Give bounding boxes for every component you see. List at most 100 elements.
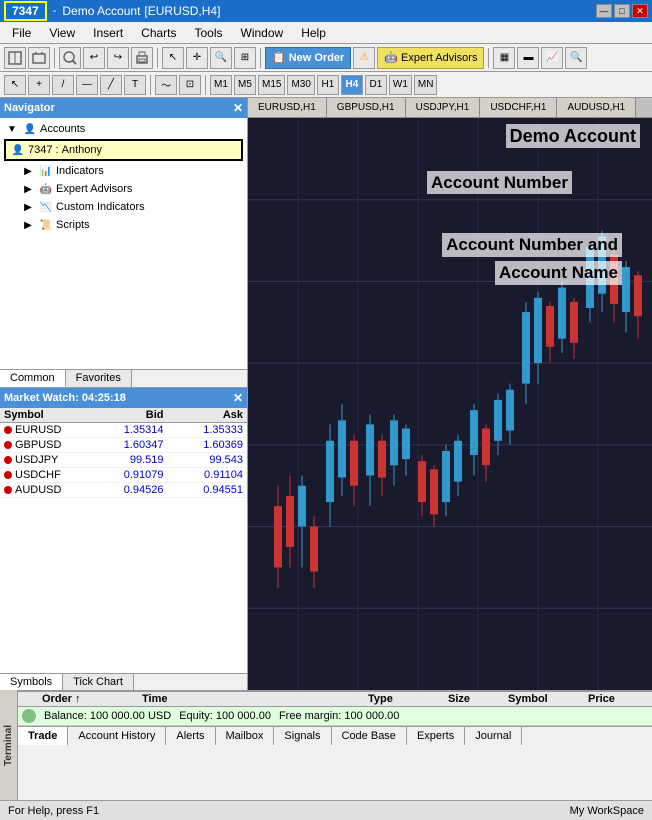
menu-tools[interactable]: Tools [187, 24, 231, 42]
account-number-titlebar: 7347 [4, 1, 47, 21]
terminal-col-order: Order ↑ [42, 693, 142, 705]
toolbar-chart-type-3[interactable]: 📈 [541, 47, 563, 69]
mw-tab-symbols[interactable]: Symbols [0, 674, 63, 690]
tf-m15[interactable]: M15 [258, 75, 285, 95]
toolbar-btn-2[interactable] [28, 47, 50, 69]
draw-line[interactable]: / [52, 75, 74, 95]
mw-gbpusd-symbol: GBPUSD [4, 439, 84, 451]
tf-m1[interactable]: M1 [210, 75, 232, 95]
toolbar-btn-4[interactable]: ↩ [83, 47, 105, 69]
mw-audusd-bid: 0.94526 [84, 484, 164, 496]
market-watch-row[interactable]: EURUSD 1.35314 1.35333 [0, 423, 247, 438]
draw-period[interactable]: ⊡ [179, 75, 201, 95]
market-watch-row[interactable]: USDJPY 99.519 99.543 [0, 453, 247, 468]
menu-view[interactable]: View [41, 24, 83, 42]
terminal-tab-trade[interactable]: Trade [18, 727, 68, 745]
draw-plus[interactable]: + [28, 75, 50, 95]
new-order-button[interactable]: 📋 New Order [265, 47, 351, 69]
terminal-tab-alerts[interactable]: Alerts [166, 727, 215, 745]
minimize-button[interactable]: — [596, 4, 612, 18]
account-icon: 👤 [10, 142, 26, 158]
account-number-tree: 7347 [28, 144, 52, 156]
close-button[interactable]: ✕ [632, 4, 648, 18]
market-watch-close[interactable]: ✕ [233, 391, 243, 405]
tree-scripts[interactable]: ▶ 📜 Scripts [2, 216, 245, 234]
terminal-tab-mailbox[interactable]: Mailbox [216, 727, 275, 745]
tf-mn[interactable]: MN [414, 75, 438, 95]
chart-tab-usdjpy[interactable]: USDJPY,H1 [406, 98, 481, 117]
tree-root[interactable]: ▼ 👤 Accounts [2, 120, 245, 138]
draw-cursor[interactable]: ↖ [4, 75, 26, 95]
expert-advisors-button[interactable]: 🤖 Expert Advisors [377, 47, 484, 69]
tree-custom-indicators[interactable]: ▶ 📉 Custom Indicators [2, 198, 245, 216]
market-watch-time: 04:25:18 [82, 392, 126, 404]
menu-window[interactable]: Window [233, 24, 292, 42]
menu-file[interactable]: File [4, 24, 39, 42]
free-margin-text: Free margin: 100 000.00 [279, 710, 399, 722]
tf-m5[interactable]: M5 [234, 75, 256, 95]
draw-fib[interactable]: 〜 [155, 75, 177, 95]
toolbar-sep-3 [260, 48, 261, 68]
tf-h1[interactable]: H1 [317, 75, 339, 95]
expand-ea-icon: ▶ [20, 181, 36, 197]
tree-indicators[interactable]: ▶ 📊 Indicators [2, 162, 245, 180]
toolbar-btn-1[interactable] [4, 47, 26, 69]
chart-area[interactable]: Demo Account Account Number Account Numb… [248, 118, 652, 690]
title-separator: - [53, 5, 57, 17]
tree-expert-advisors[interactable]: ▶ 🤖 Expert Advisors [2, 180, 245, 198]
toolbar-chart-type-1[interactable]: ▦ [493, 47, 515, 69]
main-content: Navigator ✕ ▼ 👤 Accounts 👤 7347 : Anthon… [0, 98, 652, 690]
draw-dash[interactable]: — [76, 75, 98, 95]
account-entry[interactable]: 👤 7347 : Anthony [4, 139, 243, 161]
toolbar-print[interactable] [131, 47, 153, 69]
market-watch-table: Symbol Bid Ask EURUSD 1.35314 1.35333 GB… [0, 408, 247, 673]
terminal-tab-codebase[interactable]: Code Base [332, 727, 407, 745]
terminal-area: Order ↑ Time Type Size Symbol Price Bala… [18, 690, 652, 800]
window-controls: — □ ✕ [596, 4, 648, 18]
account-holder-tree: Anthony [62, 144, 102, 156]
chart-tab-gbpusd[interactable]: GBPUSD,H1 [327, 98, 406, 117]
terminal-col-symbol: Symbol [508, 693, 588, 705]
terminal-tab-journal[interactable]: Journal [465, 727, 522, 745]
market-watch-row[interactable]: USDCHF 0.91079 0.91104 [0, 468, 247, 483]
annotation-demo-account: Demo Account [506, 126, 640, 147]
market-watch-row[interactable]: AUDUSD 0.94526 0.94551 [0, 483, 247, 498]
terminal-sidebar-label: Terminal [3, 725, 14, 766]
menu-insert[interactable]: Insert [85, 24, 131, 42]
maximize-button[interactable]: □ [614, 4, 630, 18]
toolbar-chart-type-2[interactable]: ▬ [517, 47, 539, 69]
toolbar-btn-3[interactable] [59, 47, 81, 69]
title-bar: 7347 - Demo Account [EURUSD,H4] — □ ✕ [0, 0, 652, 22]
chart-tab-eurusd[interactable]: EURUSD,H1 [248, 98, 327, 117]
nav-tab-favorites[interactable]: Favorites [66, 370, 132, 387]
status-help-text: For Help, press F1 [8, 805, 99, 817]
draw-text[interactable]: T [124, 75, 146, 95]
menu-help[interactable]: Help [293, 24, 334, 42]
expand-scripts-icon: ▶ [20, 217, 36, 233]
toolbar-crosshair[interactable]: ✛ [186, 47, 208, 69]
toolbar-zoom-in[interactable]: 🔍 [210, 47, 232, 69]
terminal-tab-account-history[interactable]: Account History [68, 727, 166, 745]
nav-tab-common[interactable]: Common [0, 370, 66, 387]
terminal-tab-experts[interactable]: Experts [407, 727, 465, 745]
tf-m30[interactable]: M30 [287, 75, 314, 95]
chart-tab-audusd[interactable]: AUDUSD,H1 [557, 98, 636, 117]
mw-tab-tick-chart[interactable]: Tick Chart [63, 674, 134, 690]
chart-tab-usdchf[interactable]: USDCHF,H1 [480, 98, 557, 117]
tf-h4[interactable]: H4 [341, 75, 363, 95]
toolbar-btn-5[interactable]: ↪ [107, 47, 129, 69]
toolbar-cursor[interactable]: ↖ [162, 47, 184, 69]
annotation-account-name: Account Number and Account Name [442, 233, 622, 285]
terminal-col-indicator [22, 693, 42, 705]
terminal-tab-signals[interactable]: Signals [274, 727, 331, 745]
toolbar-alert[interactable]: ⚠ [353, 47, 375, 69]
mw-ask-header: Ask [164, 409, 244, 421]
tf-d1[interactable]: D1 [365, 75, 387, 95]
toolbar-zoom-out-btn[interactable]: 🔍 [565, 47, 587, 69]
draw-diagonal[interactable]: ╱ [100, 75, 122, 95]
tf-w1[interactable]: W1 [389, 75, 412, 95]
navigator-close[interactable]: ✕ [233, 101, 243, 115]
menu-charts[interactable]: Charts [133, 24, 184, 42]
market-watch-row[interactable]: GBPUSD 1.60347 1.60369 [0, 438, 247, 453]
toolbar-period[interactable]: ⊞ [234, 47, 256, 69]
